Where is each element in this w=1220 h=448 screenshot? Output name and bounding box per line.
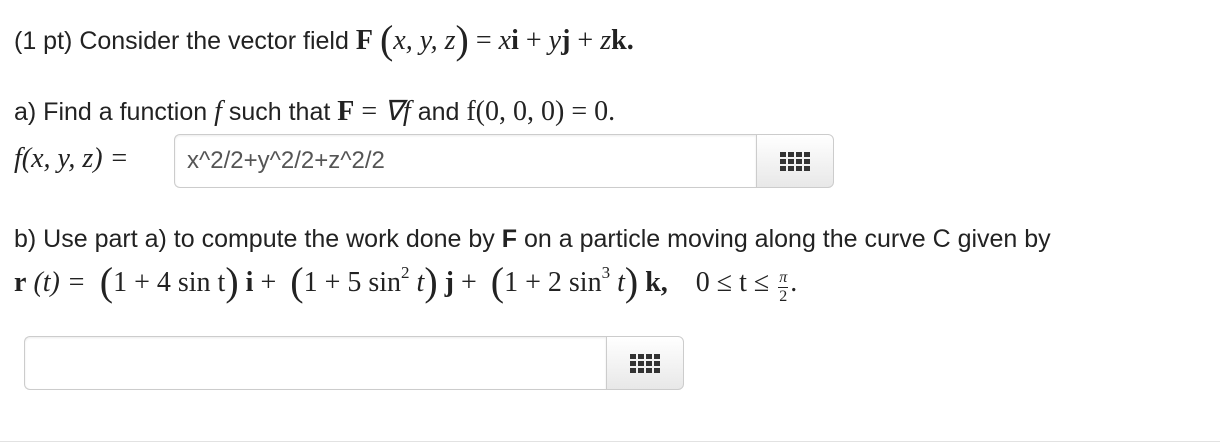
- gradient-condition: F = ∇f: [337, 96, 411, 127]
- problem-statement: (1 pt) Consider the vector field F (x, y…: [14, 20, 634, 60]
- part-a-answer-input[interactable]: x^2/2+y^2/2+z^2/2: [174, 134, 756, 188]
- points-label: (1 pt): [14, 27, 73, 55]
- part-b-answer-input[interactable]: [24, 336, 606, 390]
- part-b-answer-group: [24, 336, 684, 390]
- grid-icon: [630, 353, 660, 373]
- part-a-answer-group: x^2/2+y^2/2+z^2/2: [174, 134, 834, 188]
- part-b-prompt: b) Use part a) to compute the work done …: [14, 225, 1051, 253]
- pi-over-two-fraction: π 2: [778, 269, 789, 305]
- part-a-equation-editor-button[interactable]: [756, 134, 834, 188]
- part-b-equation-editor-button[interactable]: [606, 336, 684, 390]
- part-a-prompt: a) Find a function f such that F = ∇f an…: [14, 96, 616, 127]
- curve-definition: r (t) = (1 + 4 sin t) i + (1 + 5 sin2 t)…: [14, 259, 798, 305]
- vector-field-definition: F (x, y, z) = xi + yj + zk.: [355, 17, 634, 62]
- intro-text: Consider the vector field: [79, 27, 349, 55]
- initial-condition: f(0, 0, 0) = 0.: [466, 96, 616, 127]
- part-a-answer-label: f(x, y, z) =: [14, 143, 129, 174]
- problem-page: (1 pt) Consider the vector field F (x, y…: [0, 0, 1220, 448]
- grid-icon: [780, 151, 810, 171]
- bottom-divider: [0, 441, 1220, 442]
